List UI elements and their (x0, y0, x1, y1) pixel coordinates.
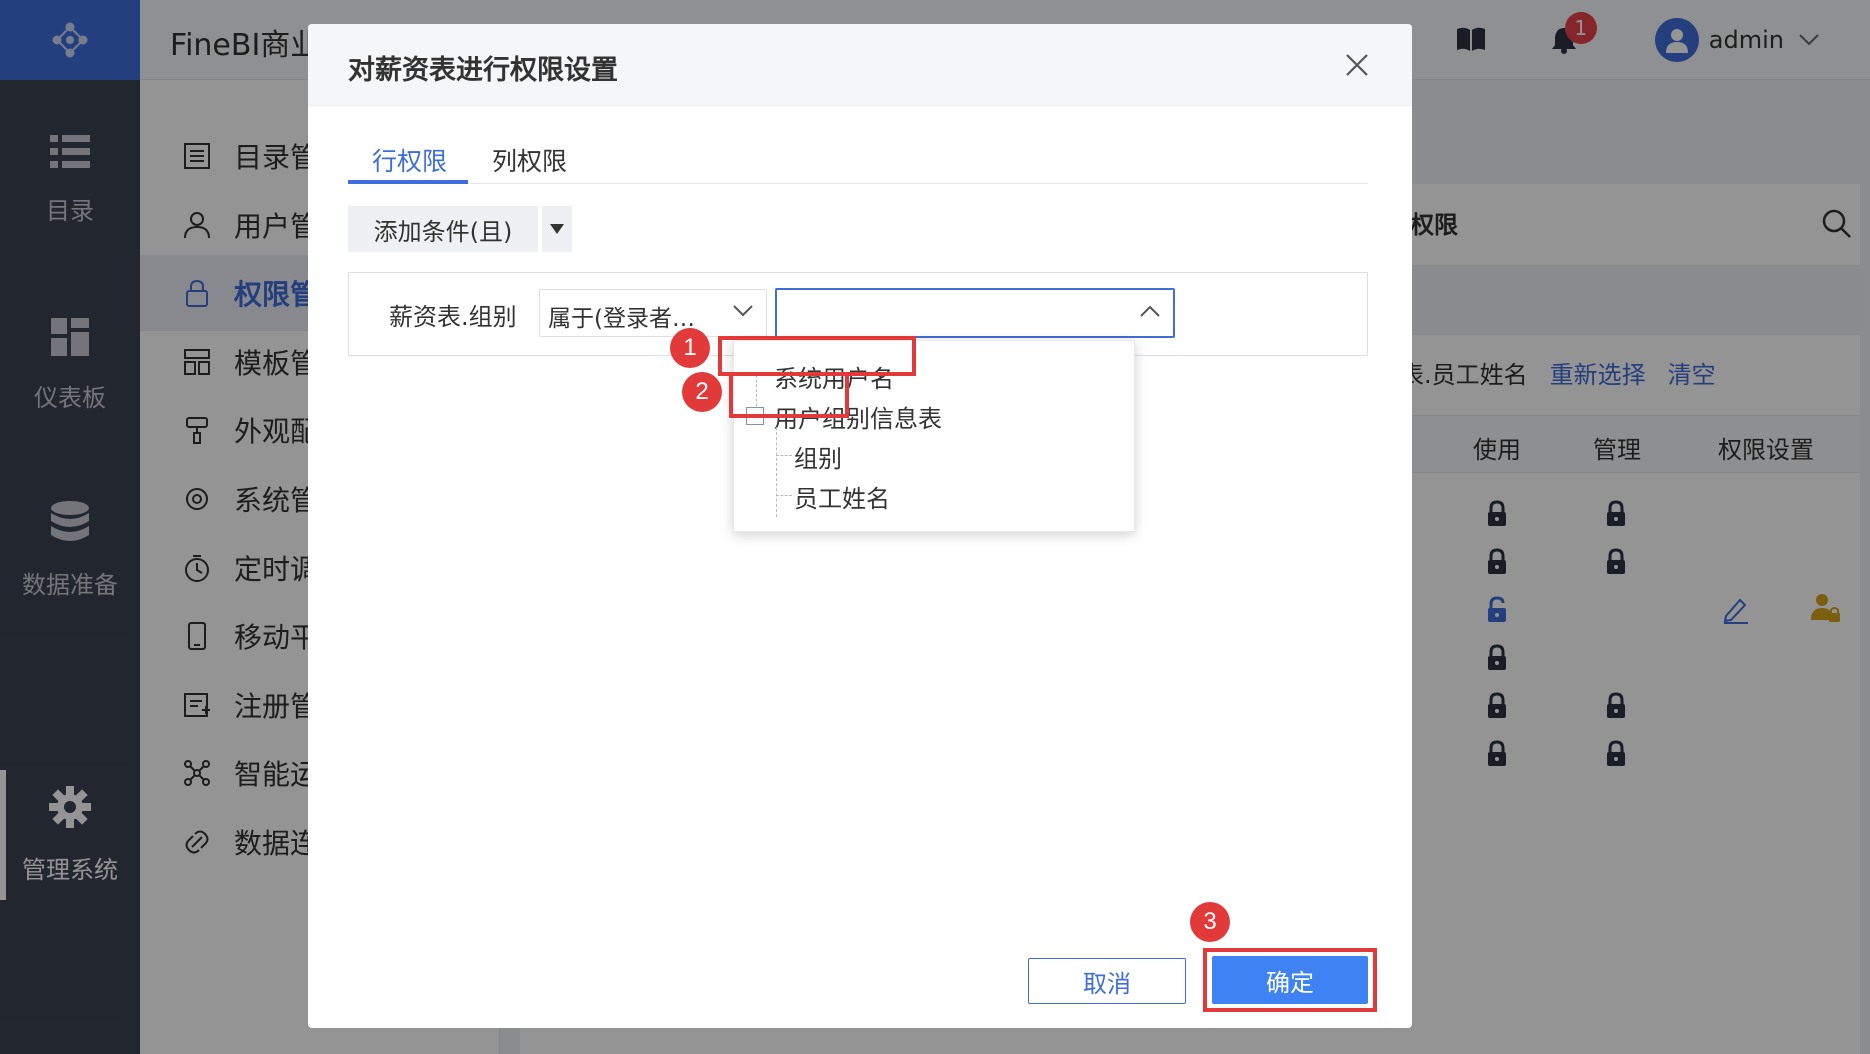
highlight-box-1 (718, 336, 916, 376)
highlight-box-2 (729, 372, 849, 418)
tab-column-permission[interactable]: 列权限 (492, 142, 567, 178)
cancel-button[interactable]: 取消 (1028, 958, 1186, 1004)
tree-connector (776, 495, 792, 496)
active-tab-indicator (348, 180, 468, 184)
tree-node-group[interactable]: 组别 (794, 439, 842, 474)
condition-operator-select[interactable]: 属于(登录者… (539, 289, 767, 337)
dialog-tabs: 行权限 列权限 (348, 134, 1368, 184)
step-badge-2: 2 (682, 372, 722, 412)
add-condition-button[interactable]: 添加条件(且) (348, 206, 538, 252)
permission-dialog: 对薪资表进行权限设置 行权限 列权限 添加条件(且) 薪资表.组别 属于(登录者… (308, 24, 1412, 1028)
add-condition-group: 添加条件(且) (348, 206, 572, 252)
close-icon[interactable] (1342, 50, 1372, 80)
tree-connector (776, 427, 777, 517)
dialog-header: 对薪资表进行权限设置 (308, 24, 1412, 106)
chevron-down-icon (733, 305, 753, 317)
condition-value-select[interactable] (775, 288, 1175, 338)
tree-node-employee-name[interactable]: 员工姓名 (794, 479, 890, 514)
add-condition-dropdown[interactable] (542, 206, 572, 252)
dialog-title: 对薪资表进行权限设置 (348, 55, 618, 86)
step-badge-3: 3 (1190, 902, 1230, 942)
operator-value: 属于(登录者… (548, 306, 695, 332)
tab-row-permission[interactable]: 行权限 (372, 142, 447, 178)
step-badge-1: 1 (670, 328, 710, 368)
chevron-up-icon (1140, 305, 1160, 317)
condition-field: 薪资表.组别 (389, 303, 517, 331)
tree-connector (776, 455, 792, 456)
confirm-button[interactable]: 确定 (1212, 956, 1368, 1004)
caret-down-icon (550, 224, 564, 234)
